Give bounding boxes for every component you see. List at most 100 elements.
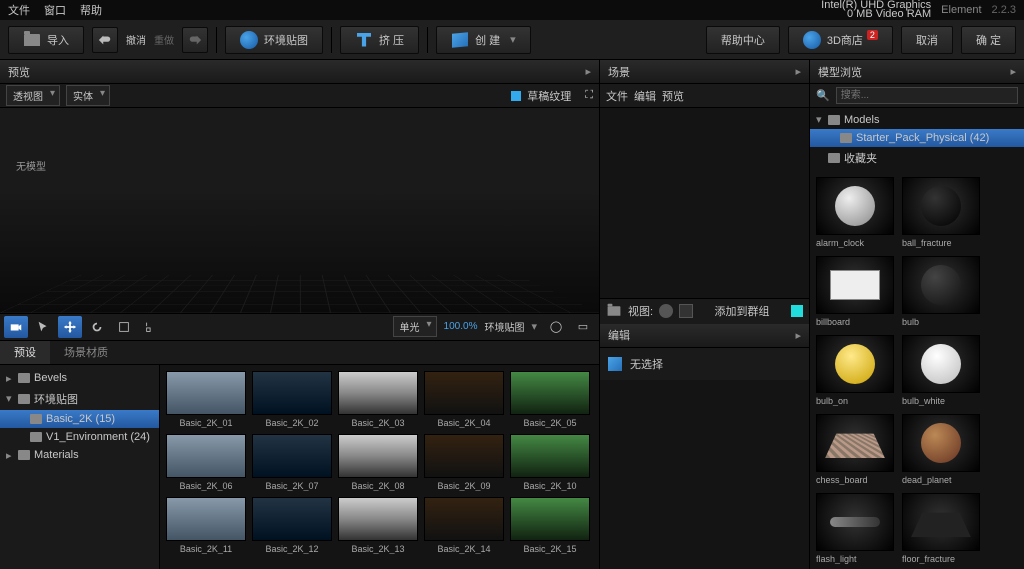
edit-body: 无选择: [600, 348, 809, 380]
import-button[interactable]: 导入: [8, 26, 84, 54]
move-tool[interactable]: [58, 316, 82, 338]
fullscreen-icon[interactable]: ⛶: [585, 89, 593, 102]
scale-tool[interactable]: [112, 316, 136, 338]
model-thumb[interactable]: dead_planet: [902, 414, 980, 485]
scene-preview[interactable]: 预览: [662, 88, 684, 104]
model-tree[interactable]: ▾ModelsStarter_Pack_Physical (42)收藏夹: [810, 108, 1024, 171]
app-version: 2.2.3: [992, 4, 1016, 16]
collapse-icon[interactable]: ▸: [795, 65, 801, 78]
env-thumb[interactable]: Basic_2K_14: [424, 497, 504, 554]
model-tree-item[interactable]: 收藏夹: [810, 147, 1024, 169]
search-input[interactable]: [836, 87, 1018, 104]
tree-item[interactable]: V1_Environment (24): [0, 428, 159, 446]
collapse-icon[interactable]: ▸: [585, 65, 591, 78]
env-thumb[interactable]: Basic_2K_09: [424, 434, 504, 491]
env-thumb[interactable]: Basic_2K_12: [252, 497, 332, 554]
env-thumb[interactable]: Basic_2K_01: [166, 371, 246, 428]
tree-item[interactable]: ▾环境贴图: [0, 388, 159, 410]
collapse-icon[interactable]: ▸: [1010, 65, 1016, 78]
draft-label: 草稿纹理: [527, 88, 571, 104]
aux1-tool[interactable]: ◯: [544, 316, 568, 338]
preset-tab[interactable]: 预设: [0, 341, 50, 364]
preview-header: 预览▸: [0, 60, 599, 84]
env-thumb[interactable]: Basic_2K_04: [424, 371, 504, 428]
menu-window[interactable]: 窗口: [44, 2, 66, 18]
model-thumb[interactable]: ball_fracture: [902, 177, 980, 248]
scene-header: 场景▸: [600, 60, 809, 84]
no-selection: 无选择: [630, 356, 663, 372]
model-tree-item[interactable]: ▾Models: [810, 110, 1024, 129]
model-thumb[interactable]: alarm_clock: [816, 177, 894, 248]
light-dropdown[interactable]: 单光: [393, 316, 437, 337]
camera-tool[interactable]: [4, 316, 28, 338]
tree-item[interactable]: Basic_2K (15): [0, 410, 159, 428]
extrude-button[interactable]: 挤 压: [340, 26, 419, 54]
menu-help[interactable]: 帮助: [80, 2, 102, 18]
model-thumb[interactable]: bulb: [902, 256, 980, 327]
tree-item[interactable]: ▸Materials: [0, 446, 159, 465]
viewport-toolbar: 单光 100.0% 环境贴图 ▾ ◯ ▭: [0, 313, 599, 341]
select-tool[interactable]: [31, 316, 55, 338]
scene-file[interactable]: 文件: [606, 88, 628, 104]
env-thumb[interactable]: Basic_2K_05: [510, 371, 590, 428]
model-thumb[interactable]: chess_board: [816, 414, 894, 485]
redo-label: 重做: [154, 32, 174, 47]
undo-button[interactable]: [92, 27, 118, 53]
env-thumb[interactable]: Basic_2K_11: [166, 497, 246, 554]
view-dropdown[interactable]: 透视图: [6, 85, 60, 106]
anchor-tool[interactable]: [139, 316, 163, 338]
store-button[interactable]: 3D商店2: [788, 26, 893, 54]
collapse-icon[interactable]: ▸: [795, 329, 801, 342]
model-thumbs[interactable]: alarm_clockball_fracturebillboardbulbbul…: [810, 171, 1024, 569]
menubar: 文件 窗口 帮助 Intel(R) UHD Graphics0 MB Video…: [0, 0, 1024, 20]
drop-label: 无模型: [16, 158, 46, 173]
modelbrowse-header: 模型浏览▸: [810, 60, 1024, 84]
scene-options: 视图: 添加到群组: [600, 298, 809, 324]
main-toolbar: 导入 撤消 重做 环境贴图 挤 压 创 建▾ 帮助中心 3D商店2 取消 确 定: [0, 20, 1024, 60]
create-button[interactable]: 创 建▾: [436, 26, 531, 54]
solid-dropdown[interactable]: 实体: [66, 85, 110, 106]
folder-icon[interactable]: [608, 306, 621, 316]
env-label: 环境贴图: [484, 319, 524, 334]
tree-item[interactable]: ▸Bevels: [0, 369, 159, 388]
rotate-tool[interactable]: [85, 316, 109, 338]
view-opt2[interactable]: [679, 304, 693, 318]
gpu-info: Intel(R) UHD Graphics0 MB Video RAM: [821, 1, 931, 19]
model-thumb[interactable]: bulb_on: [816, 335, 894, 406]
env-thumb[interactable]: Basic_2K_07: [252, 434, 332, 491]
model-thumb[interactable]: flash_light: [816, 493, 894, 564]
model-thumb[interactable]: bulb_white: [902, 335, 980, 406]
env-thumb[interactable]: Basic_2K_15: [510, 497, 590, 554]
scene-edit[interactable]: 编辑: [634, 88, 656, 104]
env-thumb[interactable]: Basic_2K_10: [510, 434, 590, 491]
env-thumbs[interactable]: Basic_2K_01Basic_2K_02Basic_2K_03Basic_2…: [160, 365, 599, 569]
cancel-button[interactable]: 取消: [901, 26, 953, 54]
env-thumb[interactable]: Basic_2K_03: [338, 371, 418, 428]
env-thumb[interactable]: Basic_2K_13: [338, 497, 418, 554]
env-button[interactable]: 环境贴图: [225, 26, 323, 54]
helpcenter-button[interactable]: 帮助中心: [706, 26, 780, 54]
env-thumb[interactable]: Basic_2K_02: [252, 371, 332, 428]
model-tree-item[interactable]: Starter_Pack_Physical (42): [810, 129, 1024, 147]
addgroup-chk[interactable]: [791, 305, 803, 317]
menu-file[interactable]: 文件: [8, 2, 30, 18]
model-thumb[interactable]: floor_fracture: [902, 493, 980, 564]
draft-chk[interactable]: [511, 91, 521, 101]
model-thumb[interactable]: billboard: [816, 256, 894, 327]
view-opt1[interactable]: [659, 304, 673, 318]
ok-button[interactable]: 确 定: [961, 26, 1016, 54]
env-thumb[interactable]: Basic_2K_08: [338, 434, 418, 491]
preset-tree[interactable]: ▸Bevels▾环境贴图Basic_2K (15)V1_Environment …: [0, 365, 160, 569]
aux2-tool[interactable]: ▭: [571, 316, 595, 338]
model-search: 🔍: [810, 84, 1024, 108]
edit-header: 编辑▸: [600, 324, 809, 348]
scene-subbar: 文件 编辑 预览: [600, 84, 809, 108]
zoom-value[interactable]: 100.0%: [444, 321, 478, 332]
store-badge: 2: [867, 30, 878, 40]
redo-button[interactable]: [182, 27, 208, 53]
search-icon: 🔍: [816, 89, 830, 102]
scene-graph[interactable]: [600, 108, 809, 298]
material-tab[interactable]: 场景材质: [50, 341, 122, 364]
preview-viewport[interactable]: 无模型: [0, 108, 599, 313]
env-thumb[interactable]: Basic_2K_06: [166, 434, 246, 491]
